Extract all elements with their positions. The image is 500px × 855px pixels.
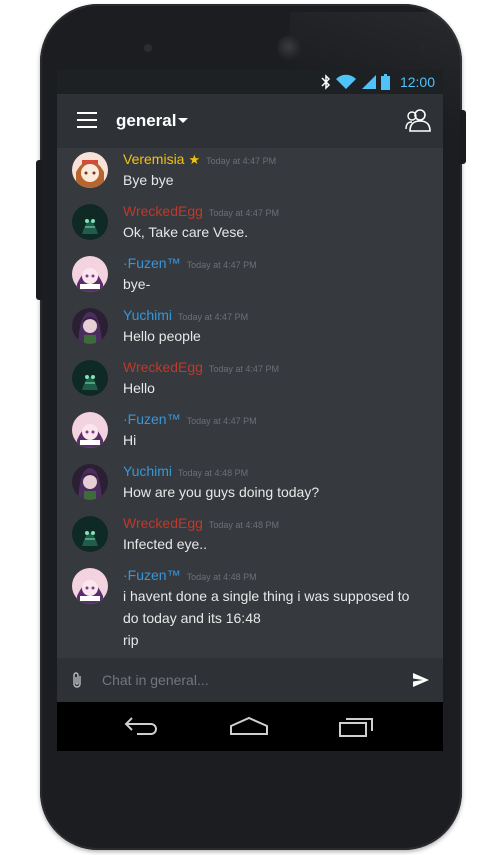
status-time: 12:00 bbox=[399, 74, 435, 90]
message-timestamp: Today at 4:48 PM bbox=[186, 572, 257, 582]
message-text: Infected eye.. bbox=[123, 536, 208, 552]
message-timestamp: Today at 4:48 PM bbox=[208, 520, 279, 530]
message-text: How are you guys doing today? bbox=[123, 484, 320, 500]
app-bar: general bbox=[57, 94, 443, 148]
message-author[interactable]: ·Fuzen™ bbox=[123, 411, 181, 427]
hamburger-menu-icon[interactable] bbox=[77, 112, 97, 128]
send-icon[interactable] bbox=[412, 671, 430, 689]
avatar[interactable] bbox=[72, 360, 108, 396]
message-text: Hello people bbox=[123, 328, 201, 344]
message-text: Ok, Take care Vese. bbox=[123, 224, 249, 240]
proximity-sensor bbox=[144, 44, 152, 52]
channel-selector[interactable]: general bbox=[116, 111, 176, 131]
avatar[interactable] bbox=[72, 256, 108, 292]
star-icon: ★ bbox=[188, 152, 201, 167]
wifi-icon bbox=[335, 74, 356, 89]
back-icon[interactable] bbox=[123, 715, 161, 737]
message-timestamp: Today at 4:47 PM bbox=[208, 208, 279, 218]
message-text: do today and its 16:48 bbox=[123, 610, 261, 626]
message-text: i havent done a single thing i was suppo… bbox=[123, 588, 410, 604]
signal-icon bbox=[361, 75, 376, 89]
message-timestamp: Today at 4:47 PM bbox=[178, 312, 249, 322]
message-text: Bye bye bbox=[123, 172, 174, 188]
message-author[interactable]: Veremisia bbox=[123, 151, 184, 167]
message-composer bbox=[57, 658, 443, 702]
avatar[interactable] bbox=[72, 308, 108, 344]
light-sensor bbox=[420, 44, 426, 50]
system-nav-bar bbox=[57, 702, 443, 751]
message-text: Hello bbox=[123, 380, 155, 396]
recents-icon[interactable] bbox=[338, 714, 376, 738]
message-timestamp: Today at 4:47 PM bbox=[208, 364, 279, 374]
bluetooth-icon bbox=[321, 74, 331, 90]
message-timestamp: Today at 4:48 PM bbox=[178, 468, 249, 478]
status-bar: 12:00 bbox=[57, 70, 443, 94]
avatar[interactable] bbox=[72, 204, 108, 240]
message-author[interactable]: Yuchimi bbox=[123, 463, 172, 479]
paperclip-icon[interactable] bbox=[71, 671, 83, 689]
message-timestamp: Today at 4:47 PM bbox=[186, 260, 257, 270]
message-text: Hi bbox=[123, 432, 137, 448]
chevron-down-icon[interactable] bbox=[178, 118, 188, 123]
avatar[interactable] bbox=[72, 412, 108, 448]
home-icon[interactable] bbox=[229, 716, 269, 736]
avatar[interactable] bbox=[72, 516, 108, 552]
avatar[interactable] bbox=[72, 568, 108, 604]
message-author[interactable]: Yuchimi bbox=[123, 307, 172, 323]
message-author[interactable]: WreckedEgg bbox=[123, 515, 203, 531]
message-author[interactable]: WreckedEgg bbox=[123, 359, 203, 375]
message-author[interactable]: ·Fuzen™ bbox=[123, 567, 181, 583]
message-timestamp: Today at 4:47 PM bbox=[206, 156, 277, 166]
message-text: bye- bbox=[123, 276, 151, 292]
battery-icon bbox=[380, 74, 390, 90]
message-author[interactable]: WreckedEgg bbox=[123, 203, 203, 219]
avatar[interactable] bbox=[72, 152, 108, 188]
message-author[interactable]: ·Fuzen™ bbox=[123, 255, 181, 271]
message-list: Veremisia ★ Today at 4:47 PM Bye bye Wreck… bbox=[57, 148, 443, 658]
avatar[interactable] bbox=[72, 464, 108, 500]
front-camera bbox=[277, 35, 303, 61]
message-timestamp: Today at 4:47 PM bbox=[186, 416, 257, 426]
screen: 12:00 general Veremisia ★ Today at 4:47 PM… bbox=[57, 70, 443, 751]
chat-input[interactable] bbox=[102, 666, 392, 694]
power-button bbox=[460, 110, 466, 164]
volume-button bbox=[36, 160, 42, 300]
message-text: rip bbox=[123, 632, 139, 648]
members-icon[interactable] bbox=[403, 107, 433, 133]
